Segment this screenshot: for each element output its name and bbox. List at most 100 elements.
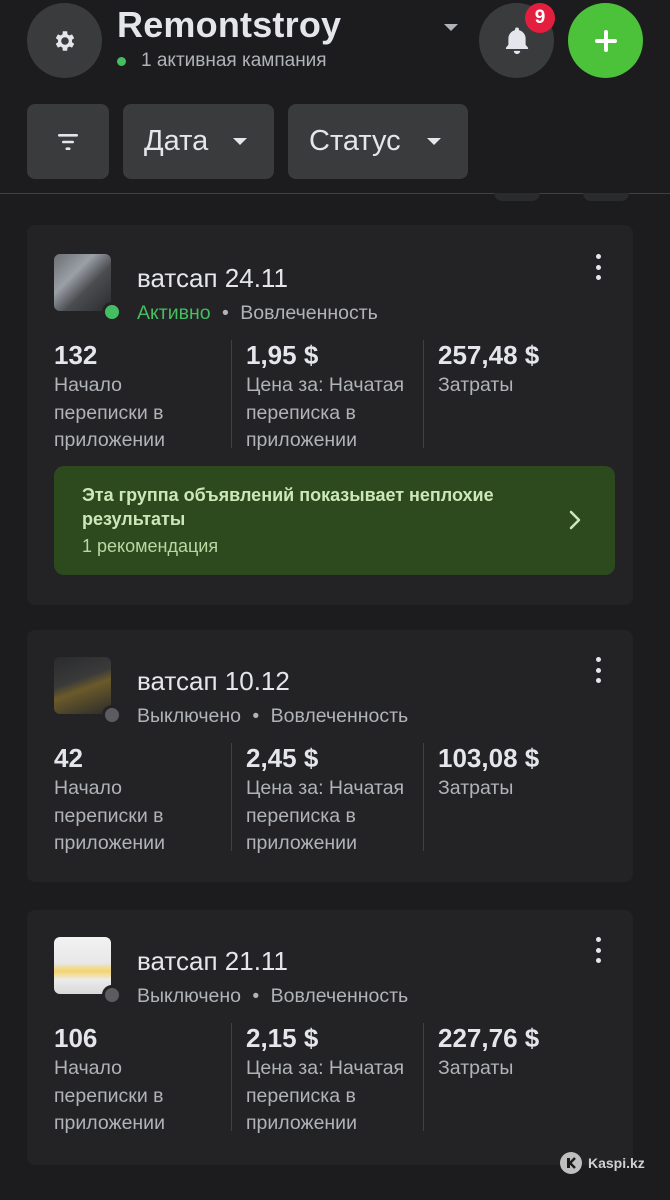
- metric-label: Затраты: [438, 1057, 514, 1079]
- metric-value: 257,48 $: [438, 340, 540, 370]
- metric-value: 106: [54, 1023, 98, 1053]
- filter-icon: [58, 133, 78, 150]
- account-status-text: 1 активная кампания: [141, 50, 327, 71]
- metric-results: 106 Начало переписки в приложении: [54, 1023, 234, 1138]
- dot: [595, 264, 601, 270]
- metric-cost-per-result: 1,95 $ Цена за: Начатая переписка в прил…: [246, 340, 426, 455]
- adset-name[interactable]: ватсап 24.11: [137, 263, 288, 294]
- recommendation-banner[interactable]: Эта группа объявлений показывает неплохи…: [54, 466, 615, 575]
- adset-objective: Вовлеченность: [270, 985, 409, 1007]
- caret-down-icon: [233, 137, 247, 145]
- metric-value: 42: [54, 743, 83, 773]
- status-filter-dropdown[interactable]: Статус: [288, 104, 468, 179]
- caret-down-icon: [427, 137, 441, 145]
- dot: [595, 678, 601, 683]
- ad-thumbnail: [54, 937, 111, 994]
- status-filter-label: Статус: [309, 125, 401, 157]
- dot: [595, 667, 601, 673]
- status-dot-inactive: [102, 705, 122, 725]
- status-dot-inactive: [102, 985, 122, 1005]
- dot: [595, 958, 601, 963]
- more-options-button[interactable]: [587, 254, 609, 280]
- plus-icon: [594, 29, 617, 52]
- date-filter-label: Дата: [144, 125, 209, 157]
- metric-label: Начало переписки в приложении: [54, 374, 165, 451]
- more-options-button[interactable]: [587, 657, 609, 683]
- metric-label: Цена за: Начатая переписка в приложении: [246, 374, 405, 451]
- metric-spend: 257,48 $ Затраты: [438, 340, 618, 400]
- metric-value: 132: [54, 340, 98, 370]
- watermark-text: Kaspi.kz: [588, 1155, 645, 1171]
- metric-label: Затраты: [438, 374, 514, 396]
- adset-status: Активно: [137, 302, 211, 324]
- gear-icon: [55, 30, 74, 51]
- adset-status: Выключено: [137, 705, 241, 727]
- metric-divider: [231, 1023, 232, 1131]
- adset-status-line: Выключено • Вовлеченность: [137, 705, 408, 728]
- filter-bar: Дата Статус: [0, 104, 670, 180]
- adset-name[interactable]: ватсап 10.12: [137, 666, 290, 697]
- metric-value: 1,95 $: [246, 340, 319, 370]
- metric-divider: [231, 340, 232, 448]
- bell-icon: [505, 26, 528, 54]
- account-switch-button[interactable]: [443, 20, 459, 38]
- top-bar: Remontstroy 1 активная кампания 9: [0, 0, 670, 90]
- caret-down-icon: [444, 24, 458, 31]
- metric-results: 132 Начало переписки в приложении: [54, 340, 234, 455]
- chevron-right-icon: [569, 510, 581, 530]
- kaspi-logo-icon: [560, 1152, 582, 1174]
- create-button[interactable]: [568, 3, 643, 78]
- metric-label: Начало переписки в приложении: [54, 777, 165, 854]
- account-name[interactable]: Remontstroy: [117, 4, 341, 46]
- adset-card[interactable]: ватсап 24.11 Активно • Вовлеченность 132…: [27, 225, 633, 605]
- metric-cost-per-result: 2,45 $ Цена за: Начатая переписка в прил…: [246, 743, 426, 858]
- adset-name[interactable]: ватсап 21.11: [137, 946, 288, 977]
- scrolled-button-edge: [583, 193, 629, 201]
- separator: •: [221, 302, 229, 324]
- metric-divider: [231, 743, 232, 851]
- metric-divider: [423, 743, 424, 851]
- notification-badge: 9: [525, 3, 555, 33]
- metric-label: Цена за: Начатая переписка в приложении: [246, 1057, 405, 1134]
- account-status: 1 активная кампания: [117, 50, 327, 72]
- metric-spend: 103,08 $ Затраты: [438, 743, 618, 803]
- adset-status: Выключено: [137, 985, 241, 1007]
- metric-label: Начало переписки в приложении: [54, 1057, 165, 1134]
- status-dot-active: [102, 302, 122, 322]
- metric-divider: [423, 340, 424, 448]
- dot: [595, 947, 601, 953]
- metric-label: Цена за: Начатая переписка в приложении: [246, 777, 405, 854]
- adset-objective: Вовлеченность: [240, 302, 378, 324]
- separator: •: [252, 985, 260, 1007]
- ad-thumbnail: [54, 254, 111, 311]
- more-vertical-icon: [595, 657, 601, 662]
- adset-status-line: Выключено • Вовлеченность: [137, 985, 408, 1008]
- more-vertical-icon: [595, 937, 601, 942]
- active-dot: [117, 56, 126, 66]
- filter-button[interactable]: [27, 104, 109, 179]
- more-vertical-icon: [595, 254, 601, 259]
- metric-spend: 227,76 $ Затраты: [438, 1023, 618, 1083]
- recommendation-count: 1 рекомендация: [82, 536, 219, 556]
- date-filter-dropdown[interactable]: Дата: [123, 104, 274, 179]
- metric-value: 2,45 $: [246, 743, 319, 773]
- adset-card[interactable]: ватсап 10.12 Выключено • Вовлеченность 4…: [27, 630, 633, 882]
- adset-objective: Вовлеченность: [270, 705, 409, 727]
- dot: [595, 275, 601, 280]
- watermark: Kaspi.kz: [560, 1152, 645, 1174]
- settings-button[interactable]: [27, 3, 102, 78]
- metric-label: Затраты: [438, 777, 514, 799]
- ad-thumbnail: [54, 657, 111, 714]
- scrolled-button-edge: [494, 193, 540, 201]
- metric-results: 42 Начало переписки в приложении: [54, 743, 234, 858]
- header-divider: [0, 193, 670, 194]
- adset-card[interactable]: ватсап 21.11 Выключено • Вовлеченность 1…: [27, 910, 633, 1165]
- metric-value: 2,15 $: [246, 1023, 319, 1053]
- more-options-button[interactable]: [587, 937, 609, 963]
- metric-value: 103,08 $: [438, 743, 540, 773]
- metric-cost-per-result: 2,15 $ Цена за: Начатая переписка в прил…: [246, 1023, 426, 1138]
- recommendation-title: Эта группа объявлений показывает неплохи…: [82, 485, 494, 529]
- adset-status-line: Активно • Вовлеченность: [137, 302, 378, 325]
- metric-divider: [423, 1023, 424, 1131]
- separator: •: [252, 705, 260, 727]
